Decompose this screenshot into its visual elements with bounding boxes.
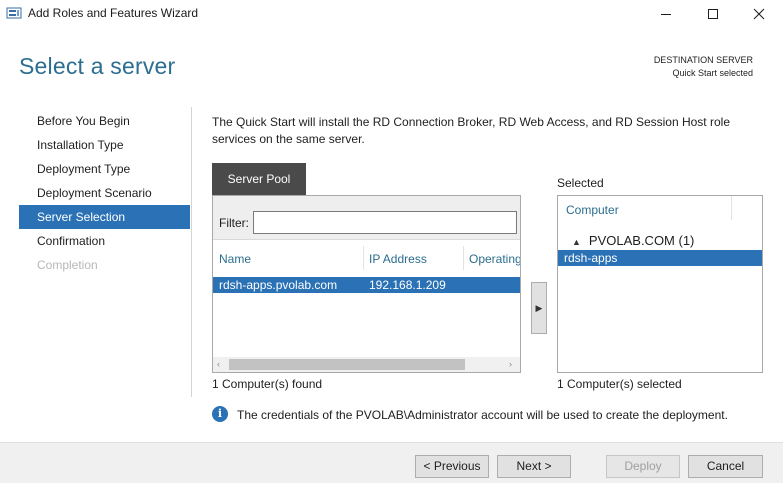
destination-server-value: Quick Start selected xyxy=(672,68,753,78)
footer-bar: < Previous Next > Deploy Cancel xyxy=(0,442,783,483)
selected-panel: Computer ▲ PVOLAB.COM (1) rdsh-apps xyxy=(557,195,763,373)
column-header-name[interactable]: Name xyxy=(219,252,251,266)
close-button[interactable] xyxy=(736,0,782,27)
close-icon xyxy=(753,8,765,19)
column-header-ip-address[interactable]: IP Address xyxy=(369,252,427,266)
page-title: Select a server xyxy=(19,53,176,79)
add-to-selected-button[interactable]: ▶ xyxy=(531,282,547,334)
column-header-computer[interactable]: Computer xyxy=(566,203,619,217)
table-row[interactable]: rdsh-apps.pvolab.com 192.168.1.209 xyxy=(213,277,520,293)
nav-item-deployment-type[interactable]: Deployment Type xyxy=(19,157,190,181)
tab-server-pool[interactable]: Server Pool xyxy=(212,163,306,195)
server-pool-panel: Filter: Name IP Address Operating rdsh-a… xyxy=(212,195,521,373)
server-ip: 192.168.1.209 xyxy=(369,278,446,292)
minimize-button[interactable] xyxy=(643,0,689,27)
selected-server-name: rdsh-apps xyxy=(564,251,618,265)
found-count: 1 Computer(s) found xyxy=(212,377,323,391)
nav-item-deployment-scenario[interactable]: Deployment Scenario xyxy=(19,181,190,205)
deploy-button: Deploy xyxy=(606,455,680,478)
window-title: Add Roles and Features Wizard xyxy=(28,6,199,20)
title-bar: Add Roles and Features Wizard xyxy=(0,0,783,27)
maximize-button[interactable] xyxy=(690,0,736,27)
previous-button[interactable]: < Previous xyxy=(415,455,489,478)
horizontal-scrollbar[interactable]: ‹ › xyxy=(213,357,520,372)
wizard-nav: Before You Begin Installation Type Deplo… xyxy=(19,109,190,277)
selected-count: 1 Computer(s) selected xyxy=(557,377,682,391)
server-manager-icon xyxy=(6,7,22,19)
column-separator[interactable] xyxy=(731,196,732,220)
column-header-operating-system[interactable]: Operating xyxy=(469,252,520,266)
filter-bar: Filter: xyxy=(213,196,520,240)
selected-label: Selected xyxy=(557,176,604,190)
filter-label: Filter: xyxy=(219,216,249,230)
nav-item-installation-type[interactable]: Installation Type xyxy=(19,133,190,157)
scrollbar-thumb[interactable] xyxy=(229,359,465,370)
nav-item-completion: Completion xyxy=(37,258,98,272)
nav-item-confirmation[interactable]: Confirmation xyxy=(19,229,190,253)
filter-input[interactable] xyxy=(253,211,517,234)
cancel-button[interactable]: Cancel xyxy=(688,455,763,478)
scroll-left-icon[interactable]: ‹ xyxy=(217,359,220,369)
list-item[interactable]: rdsh-apps xyxy=(558,250,762,266)
group-header[interactable]: ▲ PVOLAB.COM (1) xyxy=(572,233,694,248)
arrow-right-icon: ▶ xyxy=(535,302,543,313)
destination-server-label: DESTINATION SERVER xyxy=(653,55,753,65)
nav-item-before-you-begin[interactable]: Before You Begin xyxy=(19,109,190,133)
column-separator[interactable] xyxy=(463,246,464,270)
nav-item-server-selection[interactable]: Server Selection xyxy=(19,205,190,229)
nav-divider xyxy=(191,107,192,397)
maximize-icon xyxy=(708,8,718,19)
page-description: The Quick Start will install the RD Conn… xyxy=(212,115,730,146)
next-button[interactable]: Next > xyxy=(497,455,571,478)
group-label: PVOLAB.COM (1) xyxy=(588,233,695,248)
info-icon: i xyxy=(212,406,228,422)
column-separator[interactable] xyxy=(363,246,364,270)
info-message: The credentials of the PVOLAB\Administra… xyxy=(237,408,728,422)
server-name: rdsh-apps.pvolab.com xyxy=(219,278,338,292)
minimize-icon xyxy=(661,13,671,15)
expand-arrow-icon[interactable]: ▲ xyxy=(572,237,581,247)
scroll-right-icon[interactable]: › xyxy=(509,359,512,369)
